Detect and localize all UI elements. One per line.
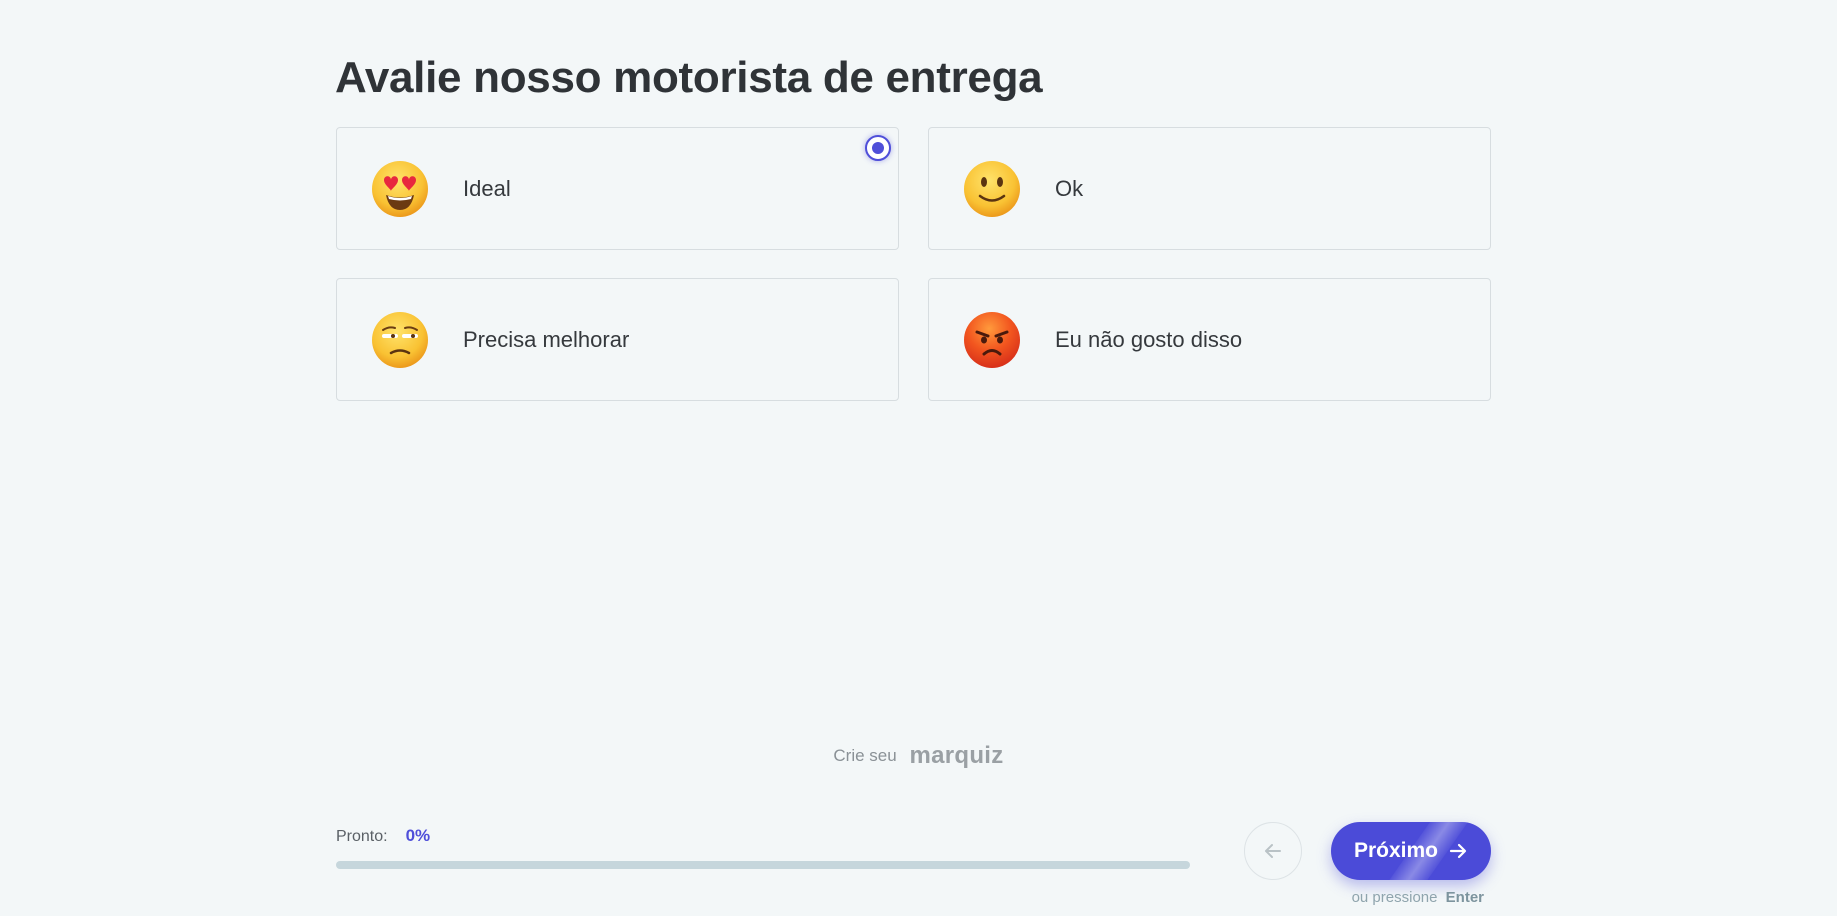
angry-emoji-icon	[963, 311, 1021, 369]
option-label: Ideal	[463, 175, 511, 201]
progress-label: Pronto:	[336, 828, 388, 845]
hint-prefix: ou pressione	[1351, 889, 1438, 906]
progress-value: 0%	[405, 826, 431, 845]
option-ideal[interactable]: Ideal	[336, 127, 899, 250]
option-label: Precisa melhorar	[463, 326, 630, 352]
option-ok[interactable]: Ok	[928, 127, 1491, 250]
back-button[interactable]	[1244, 822, 1302, 880]
marquiz-logo: marquiz	[909, 742, 1004, 769]
answer-options: Ideal Ok Precisa melhorar Eu não gosto d…	[336, 127, 1491, 401]
quiz-page: Avalie nosso motorista de entrega Ideal …	[0, 0, 1837, 916]
progress-bar	[336, 861, 1190, 869]
slightly-smiling-emoji-icon	[963, 160, 1021, 218]
next-button-label: Próximo	[1353, 839, 1439, 862]
option-label: Eu não gosto disso	[1055, 326, 1243, 352]
arrow-right-icon	[1448, 841, 1468, 861]
keyboard-hint: ou pressione Enter	[1291, 889, 1484, 906]
next-button[interactable]: Próximo	[1331, 822, 1491, 880]
arrow-left-icon	[1263, 841, 1283, 861]
option-dislike[interactable]: Eu não gosto disso	[928, 278, 1491, 401]
selected-radio-indicator	[865, 135, 891, 161]
hint-key: Enter	[1445, 889, 1484, 906]
branding-prefix: Crie seu	[833, 746, 897, 765]
unamused-emoji-icon	[371, 311, 429, 369]
question-title: Avalie nosso motorista de entrega	[335, 53, 1043, 102]
option-label: Ok	[1055, 175, 1084, 201]
option-needs-improvement[interactable]: Precisa melhorar	[336, 278, 899, 401]
heart-eyes-emoji-icon	[371, 160, 429, 218]
progress-section: Pronto: 0%	[336, 826, 1190, 869]
branding-link[interactable]: Crie seu marquiz	[0, 742, 1837, 770]
